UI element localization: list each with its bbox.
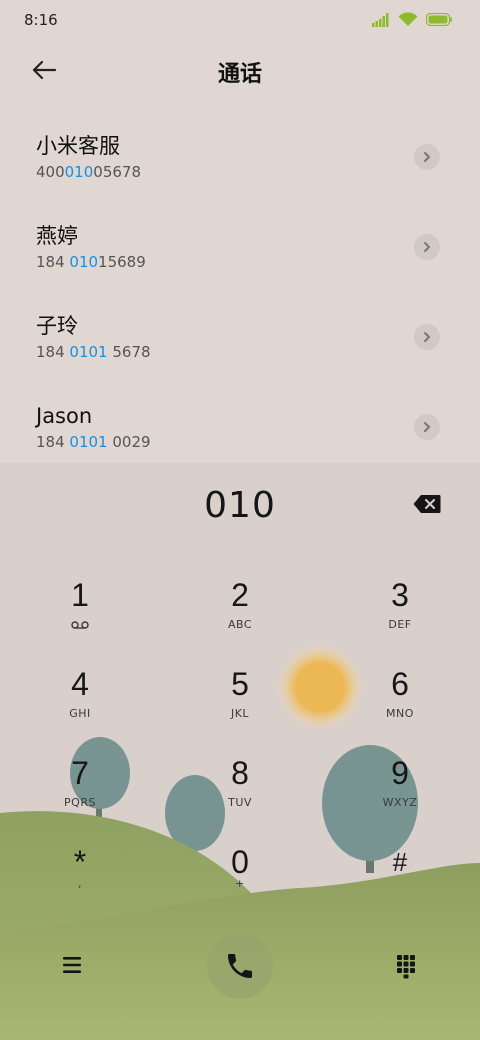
voicemail-icon [71,621,89,629]
dialpad-icon [397,955,415,979]
key-6[interactable]: 6 MNO [350,664,450,744]
bottom-bar [0,933,480,1013]
key-digit: 5 [231,666,249,702]
number-prefix: 400 [36,163,65,181]
key-3[interactable]: 3 DEF [350,575,450,655]
status-bar: 8:16 [0,0,480,40]
key-star[interactable]: * , [30,842,130,922]
number-suffix: 5678 [107,343,151,361]
menu-icon [63,957,81,973]
key-7[interactable]: 7 PQRS [30,753,130,833]
key-digit: 8 [231,755,249,791]
key-5[interactable]: 5 JKL [190,664,290,744]
key-0[interactable]: 0 + [190,842,290,922]
status-time: 8:16 [24,11,58,29]
key-digit: 1 [71,577,89,613]
key-digit: # [392,847,408,877]
chevron-right-icon [424,422,430,432]
page-title: 通话 [217,62,262,87]
key-letters: TUV [228,796,252,809]
battery-icon [426,13,452,26]
contact-number: 184 0101 0029 [36,432,480,452]
contact-item[interactable]: 小米客服 40001005678 [0,122,480,212]
dial-panel: 010 1 2 ABC 3 DEF 4 GHI 5 JKL 6 MNO 7 PQ… [0,463,480,1040]
key-letters: ABC [227,618,253,631]
contact-number: 184 0101 5678 [36,342,480,362]
key-1[interactable]: 1 [30,575,130,655]
number-match: 0101 [69,343,108,361]
key-digit: 3 [391,577,409,613]
key-digit: 9 [391,755,409,791]
key-digit: 6 [391,666,409,702]
backspace-icon [413,495,441,513]
call-button[interactable] [207,933,273,999]
number-prefix: 184 [36,253,70,271]
contact-number: 184 01015689 [36,252,480,272]
key-letters: JKL [230,707,250,720]
number-prefix: 184 [36,433,70,451]
key-letters: , [78,877,82,890]
key-letters: + [235,877,245,890]
number-match: 010 [69,253,99,271]
chevron-right-icon [424,152,430,162]
contact-detail-button[interactable] [414,234,440,260]
status-icons [372,12,452,27]
wifi-icon [398,12,418,26]
key-4[interactable]: 4 GHI [30,664,130,744]
key-digit: 2 [231,577,249,613]
signal-icon [372,12,389,27]
number-suffix: 15689 [98,253,146,271]
entered-number[interactable]: 010 [0,485,480,526]
number-prefix: 184 [36,343,70,361]
number-match: 0101 [69,433,108,451]
menu-button[interactable] [60,953,88,981]
key-8[interactable]: 8 TUV [190,753,290,833]
key-2[interactable]: 2 ABC [190,575,290,655]
key-9[interactable]: 9 WXYZ [350,753,450,833]
key-letters: PQRS [64,796,96,809]
number-entry-row: 010 [0,483,480,529]
chevron-right-icon [424,242,430,252]
key-letters: GHI [69,707,91,720]
contact-detail-button[interactable] [414,324,440,350]
contact-detail-button[interactable] [414,144,440,170]
contact-list: 小米客服 40001005678 燕婷 184 01015689 子玲 184 … [0,122,480,482]
number-match: 010 [64,163,94,181]
number-suffix: 0029 [107,433,151,451]
backspace-button[interactable] [412,493,442,515]
key-letters: WXYZ [382,796,418,809]
contact-item[interactable]: 燕婷 184 01015689 [0,212,480,302]
key-digit: 7 [71,755,89,791]
key-letters: MNO [386,707,414,720]
phone-icon [228,954,252,978]
chevron-right-icon [424,332,430,342]
contact-item[interactable]: 子玲 184 0101 5678 [0,302,480,392]
contact-detail-button[interactable] [414,414,440,440]
number-suffix: 05678 [93,163,141,181]
contact-number: 40001005678 [36,162,480,182]
dialpad-toggle-button[interactable] [394,953,422,981]
header: 通话 [0,48,480,92]
key-hash[interactable]: # [350,842,450,922]
key-letters: DEF [388,618,412,631]
key-digit: 4 [71,666,89,702]
